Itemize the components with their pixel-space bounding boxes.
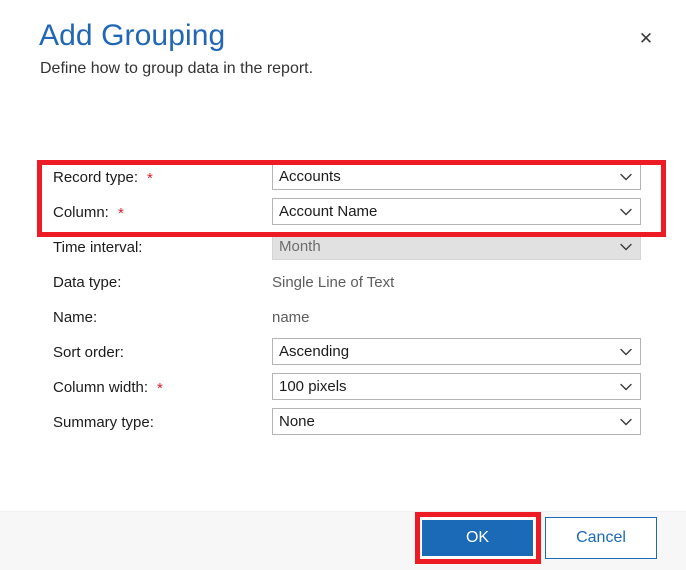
label-record-type: Record type: — [53, 168, 139, 186]
label-time-interval: Time interval: — [53, 238, 143, 256]
dropdown-column-width[interactable]: 100 pixels — [272, 373, 641, 400]
chevron-down-icon — [620, 374, 632, 399]
dialog-subtitle: Define how to group data in the report. — [40, 60, 314, 77]
form-row-record-type: Record type: * Accounts — [0, 160, 686, 194]
label-name: Name: — [53, 308, 98, 326]
cancel-button[interactable]: Cancel — [545, 517, 657, 559]
form-row-time-interval: Time interval: Month — [0, 230, 686, 264]
form-row-sort-order: Sort order: Ascending — [0, 335, 686, 369]
ok-button[interactable]: OK — [418, 516, 537, 560]
form-row-column-width: Column width: * 100 pixels — [0, 370, 686, 404]
label-column-width: Column width: — [53, 378, 149, 396]
page-title: Add Grouping — [39, 19, 226, 52]
dropdown-value-summary-type: None — [279, 413, 315, 430]
label-data-type: Data type: — [53, 273, 122, 291]
form-row-name: Name: name — [0, 300, 686, 334]
form-row-data-type: Data type: Single Line of Text — [0, 265, 686, 299]
static-value-name: name — [272, 308, 310, 326]
add-grouping-dialog: Add Grouping Define how to group data in… — [0, 0, 686, 570]
dropdown-value-column-width: 100 pixels — [279, 378, 347, 395]
dropdown-summary-type[interactable]: None — [272, 408, 641, 435]
form-row-column: Column: * Account Name — [0, 195, 686, 229]
close-icon[interactable]: ✕ — [632, 24, 660, 52]
required-marker-record-type: * — [147, 169, 153, 187]
required-marker-column-width: * — [157, 379, 163, 397]
dropdown-value-column: Account Name — [279, 203, 378, 220]
dropdown-sort-order[interactable]: Ascending — [272, 338, 641, 365]
chevron-down-icon — [620, 339, 632, 364]
control-record-type: Accounts — [272, 163, 641, 190]
dropdown-value-time-interval: Month — [279, 238, 321, 255]
chevron-down-icon — [620, 164, 632, 189]
control-column-width: 100 pixels — [272, 373, 641, 400]
dropdown-value-sort-order: Ascending — [279, 343, 350, 360]
control-column: Account Name — [272, 198, 641, 225]
dropdown-value-record-type: Accounts — [279, 168, 341, 185]
chevron-down-icon — [620, 234, 632, 259]
chevron-down-icon — [620, 199, 632, 224]
control-time-interval: Month — [272, 233, 641, 260]
chevron-down-icon — [620, 409, 632, 434]
static-value-data-type: Single Line of Text — [272, 273, 395, 291]
dropdown-column[interactable]: Account Name — [272, 198, 641, 225]
control-sort-order: Ascending — [272, 338, 641, 365]
dropdown-time-interval: Month — [272, 233, 641, 260]
control-summary-type: None — [272, 408, 641, 435]
dialog-header: Add Grouping Define how to group data in… — [0, 0, 686, 105]
required-marker-column: * — [118, 204, 124, 222]
label-column: Column: — [53, 203, 109, 221]
label-summary-type: Summary type: — [53, 413, 154, 431]
dropdown-record-type[interactable]: Accounts — [272, 163, 641, 190]
label-sort-order: Sort order: — [53, 343, 124, 361]
form-row-summary-type: Summary type: None — [0, 405, 686, 439]
